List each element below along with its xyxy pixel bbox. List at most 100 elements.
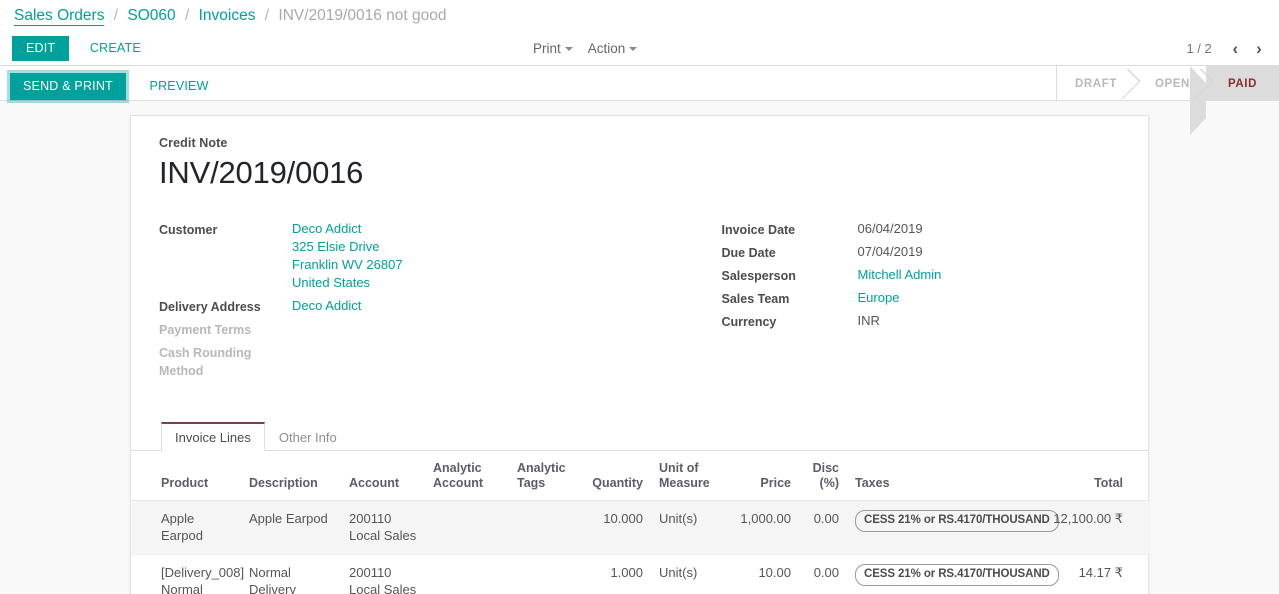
action-status-bar: SEND & PRINT PREVIEW DRAFT OPEN PAID: [0, 66, 1279, 135]
invoice-lines-table: Product Description Account Analytic Acc…: [131, 451, 1149, 594]
field-value-due-date: 07/04/2019: [857, 244, 923, 259]
field-value-customer: Deco Addict 325 Elsie Drive Franklin WV …: [292, 220, 403, 292]
cell-analytic-tags: [509, 554, 579, 594]
breadcrumb: Sales Orders / SO060 / Invoices / INV/20…: [0, 0, 1279, 35]
print-dropdown-label: Print: [533, 41, 561, 56]
table-row[interactable]: Apple Earpod Apple Earpod 200110 Local S…: [131, 500, 1149, 555]
pager: 1 / 2 ‹ ›: [1186, 40, 1269, 57]
column-header-analytic-tags[interactable]: Analytic Tags: [509, 451, 579, 501]
column-header-total[interactable]: Total: [1043, 451, 1149, 501]
field-salesperson: Salesperson Mitchell Admin: [722, 266, 1121, 285]
create-button[interactable]: CREATE: [79, 36, 152, 61]
cell-disc: 0.00: [799, 554, 847, 594]
customer-name-link[interactable]: Deco Addict: [292, 220, 403, 238]
pager-count[interactable]: 1 / 2: [1186, 41, 1211, 56]
field-cash-rounding-method: Cash Rounding Method: [159, 343, 640, 380]
chevron-down-icon: [629, 47, 638, 51]
breadcrumb-separator: /: [184, 7, 190, 24]
cell-disc: 0.00: [799, 500, 847, 555]
cell-uom: Unit(s): [651, 554, 727, 594]
sheet-container: Credit Note INV/2019/0016 Customer Deco …: [0, 103, 1279, 594]
column-header-price[interactable]: Price: [727, 451, 799, 501]
cell-description: Apple Earpod: [241, 500, 341, 555]
cell-taxes: CESS 21% or RS.4170/THOUSAND: [847, 554, 1059, 594]
cell-analytic-account: [425, 554, 509, 594]
record-subtitle: Credit Note: [159, 136, 228, 150]
preview-button[interactable]: PREVIEW: [139, 73, 220, 100]
chevron-left-icon[interactable]: ‹: [1225, 40, 1245, 57]
status-draft[interactable]: DRAFT: [1057, 66, 1133, 101]
cell-quantity: 10.000: [579, 500, 651, 555]
field-value-delivery-address: Deco Addict: [292, 297, 361, 316]
field-currency: Currency INR: [722, 312, 1121, 331]
column-header-account[interactable]: Account: [341, 451, 425, 501]
cell-description: Normal Delivery Charges: [241, 554, 341, 594]
field-sales-team: Sales Team Europe: [722, 289, 1121, 308]
odoo-invoice-form-page: Sales Orders / SO060 / Invoices / INV/20…: [0, 0, 1279, 594]
field-label-due-date: Due Date: [721, 246, 776, 260]
field-label-salesperson: Salesperson: [721, 269, 796, 283]
cell-product: Apple Earpod: [131, 500, 241, 555]
breadcrumb-item-sales-orders[interactable]: Sales Orders: [14, 7, 105, 26]
column-header-product[interactable]: Product: [131, 451, 241, 501]
field-invoice-date: Invoice Date 06/04/2019: [722, 220, 1121, 239]
action-dropdown[interactable]: Action: [588, 41, 638, 56]
customer-city-link[interactable]: Franklin WV 26807: [292, 256, 403, 274]
salesperson-link[interactable]: Mitchell Admin: [858, 266, 942, 284]
column-header-disc[interactable]: Disc (%): [799, 451, 847, 501]
customer-country-link[interactable]: United States: [292, 274, 403, 292]
cell-price: 10.00: [727, 554, 799, 594]
field-label-payment-terms: Payment Terms: [159, 323, 252, 337]
table-row[interactable]: [Delivery_008] Normal Delivery Charges N…: [131, 554, 1149, 594]
breadcrumb-item-so060[interactable]: SO060: [127, 7, 175, 24]
form-column-left: Customer Deco Addict 325 Elsie Drive Fra…: [159, 220, 640, 384]
cell-total: 12,100.00 ₹: [1043, 500, 1149, 555]
breadcrumb-separator: /: [113, 7, 119, 24]
cell-account: 200110 Local Sales: [341, 500, 425, 555]
field-due-date: Due Date 07/04/2019: [722, 243, 1121, 262]
cell-account: 200110 Local Sales: [341, 554, 425, 594]
field-value-invoice-date: 06/04/2019: [857, 221, 923, 236]
tax-badge: CESS 21% or RS.4170/THOUSAND: [855, 510, 1059, 532]
cell-total: 14.17 ₹: [1043, 554, 1149, 594]
cell-analytic-tags: [509, 500, 579, 555]
field-label-sales-team: Sales Team: [721, 292, 790, 306]
form-column-right: Invoice Date 06/04/2019 Due Date 07/04/2…: [640, 220, 1121, 384]
field-label-cash-rounding-method: Cash Rounding Method: [159, 346, 252, 378]
status-paid[interactable]: PAID: [1189, 66, 1279, 135]
column-header-quantity[interactable]: Quantity: [579, 451, 651, 501]
send-and-print-button[interactable]: SEND & PRINT: [10, 73, 126, 100]
action-dropdown-label: Action: [587, 41, 626, 56]
field-value-currency: INR: [857, 313, 880, 328]
cell-analytic-account: [425, 500, 509, 555]
column-header-taxes[interactable]: Taxes: [847, 451, 1043, 501]
delivery-address-link[interactable]: Deco Addict: [292, 297, 361, 315]
field-label-currency: Currency: [721, 315, 777, 329]
breadcrumb-item-invoices[interactable]: Invoices: [199, 7, 256, 24]
status-badge: DRAFT OPEN PAID: [1056, 66, 1279, 135]
tab-other-info[interactable]: Other Info: [265, 422, 351, 451]
column-header-description[interactable]: Description: [241, 451, 341, 501]
cell-product: [Delivery_008] Normal Delivery Charges: [131, 554, 244, 594]
customer-street-link[interactable]: 325 Elsie Drive: [292, 238, 403, 256]
column-header-unit-of-measure[interactable]: Unit of Measure: [651, 451, 727, 501]
cell-taxes: CESS 21% or RS.4170/THOUSAND: [847, 500, 1059, 555]
control-panel: EDIT CREATE Print Action 1 / 2 ‹ ›: [0, 35, 1279, 66]
notebook: Invoice Lines Other Info Product Descrip…: [131, 422, 1149, 594]
notebook-tabs: Invoice Lines Other Info: [131, 422, 1148, 451]
print-dropdown[interactable]: Print: [533, 41, 573, 56]
breadcrumb-item-current: INV/2019/0016 not good: [278, 7, 447, 24]
column-header-analytic-account[interactable]: Analytic Account: [425, 451, 509, 501]
tab-invoice-lines[interactable]: Invoice Lines: [161, 422, 265, 451]
cell-quantity: 1.000: [579, 554, 651, 594]
field-payment-terms: Payment Terms: [159, 320, 640, 339]
field-customer: Customer Deco Addict 325 Elsie Drive Fra…: [159, 220, 640, 292]
cell-uom: Unit(s): [651, 500, 727, 555]
edit-button[interactable]: EDIT: [12, 36, 70, 61]
cell-price: 1,000.00: [727, 500, 799, 555]
field-value-sales-team: Europe: [858, 289, 900, 308]
field-label-invoice-date: Invoice Date: [721, 223, 796, 237]
sales-team-link[interactable]: Europe: [858, 289, 900, 307]
chevron-right-icon[interactable]: ›: [1249, 40, 1269, 57]
breadcrumb-separator: /: [264, 7, 270, 24]
